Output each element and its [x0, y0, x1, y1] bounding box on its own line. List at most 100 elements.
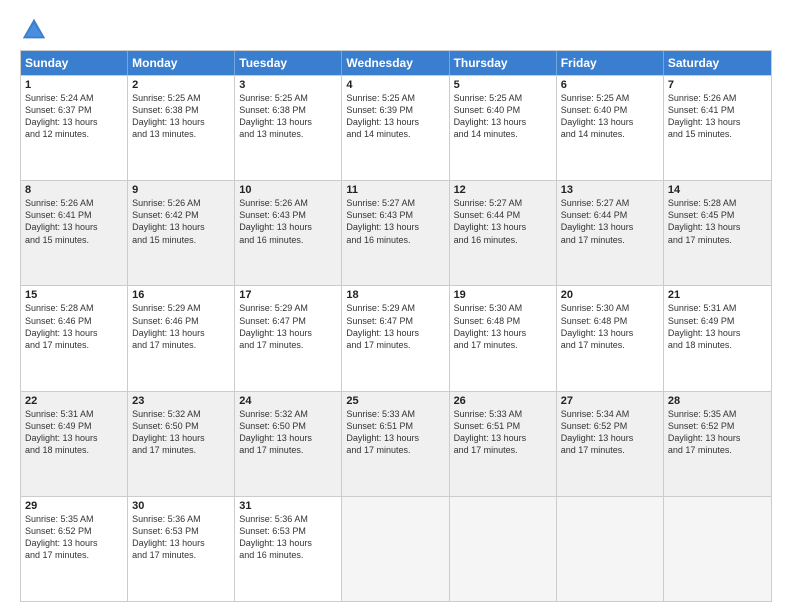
calendar-cell: 11Sunrise: 5:27 AM Sunset: 6:43 PM Dayli…	[342, 181, 449, 285]
cell-details: Sunrise: 5:34 AM Sunset: 6:52 PM Dayligh…	[561, 408, 659, 457]
calendar-cell	[342, 497, 449, 601]
calendar-cell: 28Sunrise: 5:35 AM Sunset: 6:52 PM Dayli…	[664, 392, 771, 496]
calendar-row: 22Sunrise: 5:31 AM Sunset: 6:49 PM Dayli…	[21, 391, 771, 496]
cell-details: Sunrise: 5:26 AM Sunset: 6:41 PM Dayligh…	[668, 92, 767, 141]
cell-details: Sunrise: 5:27 AM Sunset: 6:43 PM Dayligh…	[346, 197, 444, 246]
cell-details: Sunrise: 5:29 AM Sunset: 6:47 PM Dayligh…	[239, 302, 337, 351]
calendar-cell: 2Sunrise: 5:25 AM Sunset: 6:38 PM Daylig…	[128, 76, 235, 180]
calendar-cell: 23Sunrise: 5:32 AM Sunset: 6:50 PM Dayli…	[128, 392, 235, 496]
day-number: 13	[561, 184, 659, 196]
cell-details: Sunrise: 5:35 AM Sunset: 6:52 PM Dayligh…	[25, 513, 123, 562]
header-day: Monday	[128, 51, 235, 75]
calendar-cell: 9Sunrise: 5:26 AM Sunset: 6:42 PM Daylig…	[128, 181, 235, 285]
cell-details: Sunrise: 5:26 AM Sunset: 6:41 PM Dayligh…	[25, 197, 123, 246]
day-number: 24	[239, 395, 337, 407]
calendar-cell: 27Sunrise: 5:34 AM Sunset: 6:52 PM Dayli…	[557, 392, 664, 496]
cell-details: Sunrise: 5:31 AM Sunset: 6:49 PM Dayligh…	[668, 302, 767, 351]
day-number: 31	[239, 500, 337, 512]
calendar-cell: 25Sunrise: 5:33 AM Sunset: 6:51 PM Dayli…	[342, 392, 449, 496]
day-number: 19	[454, 289, 552, 301]
day-number: 29	[25, 500, 123, 512]
calendar-cell: 31Sunrise: 5:36 AM Sunset: 6:53 PM Dayli…	[235, 497, 342, 601]
cell-details: Sunrise: 5:26 AM Sunset: 6:43 PM Dayligh…	[239, 197, 337, 246]
day-number: 27	[561, 395, 659, 407]
calendar-cell	[557, 497, 664, 601]
logo-icon	[20, 16, 48, 44]
day-number: 9	[132, 184, 230, 196]
cell-details: Sunrise: 5:25 AM Sunset: 6:38 PM Dayligh…	[132, 92, 230, 141]
calendar: SundayMondayTuesdayWednesdayThursdayFrid…	[20, 50, 772, 602]
day-number: 1	[25, 79, 123, 91]
calendar-row: 29Sunrise: 5:35 AM Sunset: 6:52 PM Dayli…	[21, 496, 771, 601]
header-day: Saturday	[664, 51, 771, 75]
calendar-cell: 30Sunrise: 5:36 AM Sunset: 6:53 PM Dayli…	[128, 497, 235, 601]
calendar-cell: 15Sunrise: 5:28 AM Sunset: 6:46 PM Dayli…	[21, 286, 128, 390]
cell-details: Sunrise: 5:29 AM Sunset: 6:47 PM Dayligh…	[346, 302, 444, 351]
day-number: 7	[668, 79, 767, 91]
calendar-cell: 26Sunrise: 5:33 AM Sunset: 6:51 PM Dayli…	[450, 392, 557, 496]
day-number: 17	[239, 289, 337, 301]
calendar-cell: 13Sunrise: 5:27 AM Sunset: 6:44 PM Dayli…	[557, 181, 664, 285]
day-number: 25	[346, 395, 444, 407]
header-day: Thursday	[450, 51, 557, 75]
calendar-row: 15Sunrise: 5:28 AM Sunset: 6:46 PM Dayli…	[21, 285, 771, 390]
calendar-cell: 3Sunrise: 5:25 AM Sunset: 6:38 PM Daylig…	[235, 76, 342, 180]
calendar-row: 8Sunrise: 5:26 AM Sunset: 6:41 PM Daylig…	[21, 180, 771, 285]
cell-details: Sunrise: 5:25 AM Sunset: 6:38 PM Dayligh…	[239, 92, 337, 141]
cell-details: Sunrise: 5:28 AM Sunset: 6:46 PM Dayligh…	[25, 302, 123, 351]
header-day: Friday	[557, 51, 664, 75]
cell-details: Sunrise: 5:27 AM Sunset: 6:44 PM Dayligh…	[454, 197, 552, 246]
calendar-cell: 29Sunrise: 5:35 AM Sunset: 6:52 PM Dayli…	[21, 497, 128, 601]
cell-details: Sunrise: 5:31 AM Sunset: 6:49 PM Dayligh…	[25, 408, 123, 457]
cell-details: Sunrise: 5:36 AM Sunset: 6:53 PM Dayligh…	[132, 513, 230, 562]
cell-details: Sunrise: 5:33 AM Sunset: 6:51 PM Dayligh…	[346, 408, 444, 457]
calendar-row: 1Sunrise: 5:24 AM Sunset: 6:37 PM Daylig…	[21, 75, 771, 180]
calendar-cell: 22Sunrise: 5:31 AM Sunset: 6:49 PM Dayli…	[21, 392, 128, 496]
calendar-cell: 5Sunrise: 5:25 AM Sunset: 6:40 PM Daylig…	[450, 76, 557, 180]
cell-details: Sunrise: 5:33 AM Sunset: 6:51 PM Dayligh…	[454, 408, 552, 457]
calendar-cell: 6Sunrise: 5:25 AM Sunset: 6:40 PM Daylig…	[557, 76, 664, 180]
day-number: 11	[346, 184, 444, 196]
day-number: 12	[454, 184, 552, 196]
calendar-cell: 16Sunrise: 5:29 AM Sunset: 6:46 PM Dayli…	[128, 286, 235, 390]
day-number: 10	[239, 184, 337, 196]
day-number: 5	[454, 79, 552, 91]
day-number: 20	[561, 289, 659, 301]
calendar-cell: 7Sunrise: 5:26 AM Sunset: 6:41 PM Daylig…	[664, 76, 771, 180]
calendar-cell	[664, 497, 771, 601]
calendar-cell: 4Sunrise: 5:25 AM Sunset: 6:39 PM Daylig…	[342, 76, 449, 180]
cell-details: Sunrise: 5:32 AM Sunset: 6:50 PM Dayligh…	[132, 408, 230, 457]
day-number: 21	[668, 289, 767, 301]
day-number: 8	[25, 184, 123, 196]
cell-details: Sunrise: 5:32 AM Sunset: 6:50 PM Dayligh…	[239, 408, 337, 457]
day-number: 18	[346, 289, 444, 301]
cell-details: Sunrise: 5:28 AM Sunset: 6:45 PM Dayligh…	[668, 197, 767, 246]
cell-details: Sunrise: 5:30 AM Sunset: 6:48 PM Dayligh…	[561, 302, 659, 351]
calendar-header: SundayMondayTuesdayWednesdayThursdayFrid…	[21, 51, 771, 75]
cell-details: Sunrise: 5:27 AM Sunset: 6:44 PM Dayligh…	[561, 197, 659, 246]
calendar-cell: 10Sunrise: 5:26 AM Sunset: 6:43 PM Dayli…	[235, 181, 342, 285]
calendar-cell: 14Sunrise: 5:28 AM Sunset: 6:45 PM Dayli…	[664, 181, 771, 285]
page: SundayMondayTuesdayWednesdayThursdayFrid…	[0, 0, 792, 612]
calendar-cell: 1Sunrise: 5:24 AM Sunset: 6:37 PM Daylig…	[21, 76, 128, 180]
day-number: 16	[132, 289, 230, 301]
logo-area	[20, 16, 52, 44]
cell-details: Sunrise: 5:29 AM Sunset: 6:46 PM Dayligh…	[132, 302, 230, 351]
cell-details: Sunrise: 5:26 AM Sunset: 6:42 PM Dayligh…	[132, 197, 230, 246]
calendar-cell: 20Sunrise: 5:30 AM Sunset: 6:48 PM Dayli…	[557, 286, 664, 390]
calendar-cell: 24Sunrise: 5:32 AM Sunset: 6:50 PM Dayli…	[235, 392, 342, 496]
header-day: Wednesday	[342, 51, 449, 75]
calendar-cell: 17Sunrise: 5:29 AM Sunset: 6:47 PM Dayli…	[235, 286, 342, 390]
calendar-body: 1Sunrise: 5:24 AM Sunset: 6:37 PM Daylig…	[21, 75, 771, 601]
day-number: 6	[561, 79, 659, 91]
day-number: 4	[346, 79, 444, 91]
day-number: 22	[25, 395, 123, 407]
cell-details: Sunrise: 5:36 AM Sunset: 6:53 PM Dayligh…	[239, 513, 337, 562]
day-number: 3	[239, 79, 337, 91]
day-number: 14	[668, 184, 767, 196]
day-number: 23	[132, 395, 230, 407]
cell-details: Sunrise: 5:25 AM Sunset: 6:40 PM Dayligh…	[561, 92, 659, 141]
cell-details: Sunrise: 5:35 AM Sunset: 6:52 PM Dayligh…	[668, 408, 767, 457]
calendar-cell: 8Sunrise: 5:26 AM Sunset: 6:41 PM Daylig…	[21, 181, 128, 285]
calendar-cell: 21Sunrise: 5:31 AM Sunset: 6:49 PM Dayli…	[664, 286, 771, 390]
